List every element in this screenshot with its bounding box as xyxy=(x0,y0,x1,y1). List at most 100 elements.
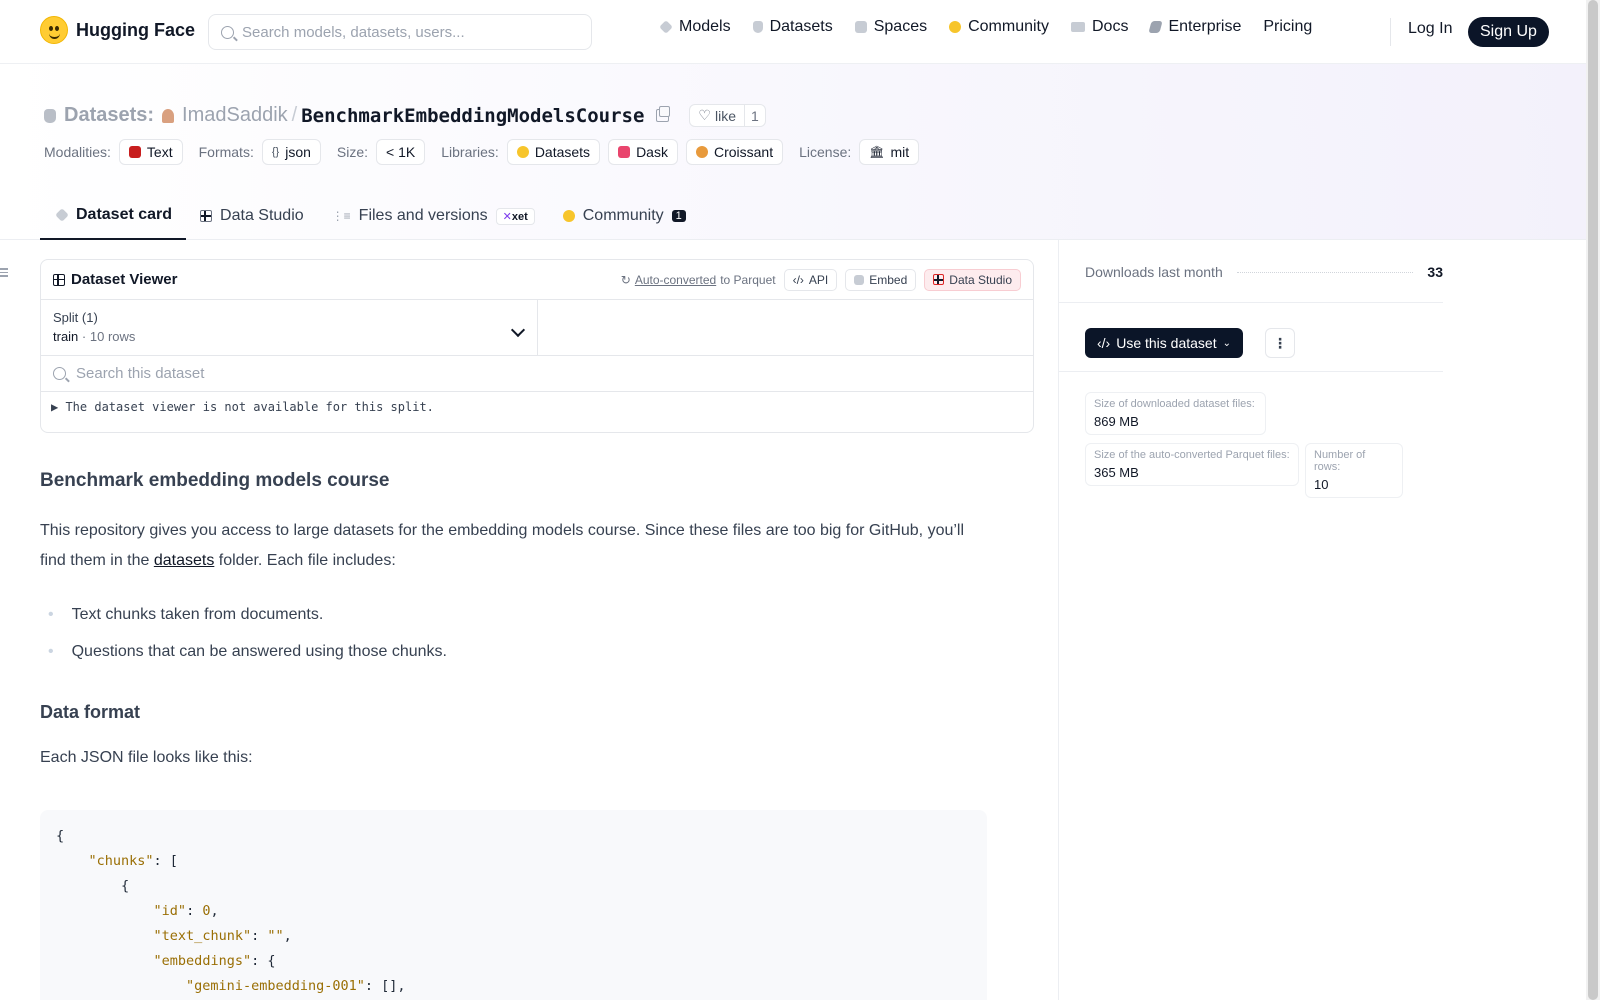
nav-docs[interactable]: Docs xyxy=(1071,18,1128,36)
intro-text-end: folder. Each file includes: xyxy=(214,552,396,569)
spaces-icon xyxy=(854,21,867,33)
embed-icon xyxy=(854,274,865,285)
size-chip[interactable]: < 1K xyxy=(376,139,426,165)
split-select[interactable]: Split (1) train · 10 rows xyxy=(41,300,538,355)
stat-value: 365 MB xyxy=(1094,465,1139,480)
stat-parquet-size: Size of the auto-converted Parquet files… xyxy=(1085,443,1299,486)
tab-data-studio[interactable]: Data Studio xyxy=(186,192,318,240)
like-button[interactable]: ♡ like xyxy=(690,105,745,126)
data-studio-label: Data Studio xyxy=(949,272,1012,287)
nav-community[interactable]: Community xyxy=(949,18,1049,36)
code-token: { xyxy=(121,878,130,894)
viewer-title: Dataset Viewer xyxy=(53,271,177,288)
library-label: Datasets xyxy=(534,144,591,160)
scrollbar-thumb[interactable] xyxy=(1588,0,1598,1000)
split-rows: 10 rows xyxy=(89,329,136,344)
tab-files-and-versions[interactable]: ⋮≡ Files and versions ✕xet xyxy=(318,192,549,240)
repo-name[interactable]: BenchmarkEmbeddingModelsCourse xyxy=(301,105,644,127)
more-menu-icon[interactable] xyxy=(1334,21,1352,33)
embed-button[interactable]: Embed xyxy=(845,268,917,291)
code-token: : xyxy=(251,928,268,944)
like-label: like xyxy=(714,107,736,124)
community-count-badge: 1 xyxy=(671,210,686,222)
xet-badge: ✕xet xyxy=(495,207,535,225)
code-token: "chunks" xyxy=(88,853,154,869)
card-bullets: Text chunks taken from documents. Questi… xyxy=(40,596,1000,670)
signup-button[interactable]: Sign Up xyxy=(1468,17,1549,47)
code-token: : [ xyxy=(153,853,178,869)
format-chip[interactable]: {} json xyxy=(261,139,321,165)
tab-dataset-card[interactable]: Dataset card xyxy=(40,192,187,240)
license-chip[interactable]: 🏛 mit xyxy=(859,139,920,165)
viewer-title-label: Dataset Viewer xyxy=(71,271,178,288)
auto-converted-label: Auto-converted xyxy=(634,272,717,287)
main-nav: Models Datasets Spaces Community Docs En… xyxy=(659,18,1352,36)
viewer-unavailable-notice[interactable]: ▶ The dataset viewer is not available fo… xyxy=(41,392,1033,422)
nav-enterprise[interactable]: Enterprise xyxy=(1148,18,1241,36)
library-label: Dask xyxy=(636,144,668,160)
dataset-search-placeholder: Search this dataset xyxy=(76,365,205,382)
card-intro: This repository gives you access to larg… xyxy=(40,516,970,576)
size-label: Size: xyxy=(336,144,369,160)
search-placeholder: Search models, datasets, users... xyxy=(242,23,465,41)
split-label: Split (1) xyxy=(53,310,98,325)
stat-label: Size of the auto-converted Parquet files… xyxy=(1094,449,1290,461)
code-line: { xyxy=(56,874,971,899)
repo-header: Datasets: ImadSaddik / BenchmarkEmbeddin… xyxy=(0,64,1586,240)
heart-icon: ♡ xyxy=(698,107,711,123)
code-icon: ‹/› xyxy=(1097,335,1111,351)
json-code-block: { "chunks": [ { "id": 0, "text_chunk": "… xyxy=(40,810,987,1000)
code-token: : { xyxy=(251,953,276,969)
copy-icon[interactable] xyxy=(656,106,671,122)
more-options-button[interactable]: ⋮ xyxy=(1265,328,1295,358)
code-icon: ‹/› xyxy=(792,272,804,287)
split-row: Split (1) train · 10 rows xyxy=(41,300,1033,356)
stat-label: Number of rows: xyxy=(1314,449,1366,473)
use-this-dataset-button[interactable]: ‹/› Use this dataset ⌄ xyxy=(1085,328,1243,358)
code-line: "embeddings": { xyxy=(56,949,971,974)
library-chip-dask[interactable]: Dask xyxy=(608,139,678,165)
viewer-actions: ↻ Auto-converted to Parquet ‹/› API Embed D… xyxy=(621,268,1021,291)
embed-label: Embed xyxy=(869,272,908,287)
login-link[interactable]: Log In xyxy=(1408,20,1452,38)
modalities-label: Modalities: xyxy=(44,144,111,160)
data-studio-button[interactable]: Data Studio xyxy=(924,268,1021,291)
datasets-folder-link[interactable]: datasets xyxy=(154,552,214,569)
code-token: : [], xyxy=(364,978,406,994)
tab-label: Dataset card xyxy=(76,206,173,223)
data-format-heading: Data format xyxy=(40,702,141,722)
dataset-search-input[interactable]: Search this dataset xyxy=(41,356,1033,392)
text-icon xyxy=(128,146,141,158)
library-chip-datasets[interactable]: Datasets xyxy=(506,139,601,165)
owner-link[interactable]: ImadSaddik xyxy=(182,104,288,127)
like-count[interactable]: 1 xyxy=(745,106,765,126)
search-icon xyxy=(53,367,66,380)
sidebar-toggle-icon[interactable] xyxy=(0,268,10,277)
nav-community-label: Community xyxy=(968,18,1049,35)
tab-community[interactable]: Community 1 xyxy=(549,192,700,240)
section-link[interactable]: Datasets: xyxy=(64,104,154,127)
table-icon xyxy=(933,274,945,285)
hf-datasets-icon xyxy=(516,146,529,158)
stat-download-size: Size of downloaded dataset files: 869 MB xyxy=(1085,392,1266,435)
code-braces-icon: {} xyxy=(271,146,280,158)
tab-label: Files and versions xyxy=(358,207,488,224)
community-icon xyxy=(562,210,575,222)
divider xyxy=(1059,302,1443,303)
nav-pricing[interactable]: Pricing xyxy=(1263,18,1312,36)
code-token: "" xyxy=(267,928,284,944)
library-chip-croissant[interactable]: Croissant xyxy=(685,139,784,165)
page-scrollbar[interactable] xyxy=(1586,0,1600,1000)
brand-logo-link[interactable]: Hugging Face xyxy=(40,16,195,44)
auto-converted-link[interactable]: ↻ Auto-converted to Parquet xyxy=(621,273,776,287)
nav-datasets[interactable]: Datasets xyxy=(752,18,833,36)
nav-models[interactable]: Models xyxy=(659,18,731,36)
api-button[interactable]: ‹/› API xyxy=(783,268,838,291)
modality-chip[interactable]: Text xyxy=(118,139,183,165)
code-line: "chunks": [ xyxy=(56,849,971,874)
nav-spaces[interactable]: Spaces xyxy=(854,18,927,36)
global-search-input[interactable]: Search models, datasets, users... xyxy=(208,14,592,50)
dask-icon xyxy=(618,146,631,158)
data-format-intro: Each JSON file looks like this: xyxy=(40,749,253,766)
nav-pricing-label: Pricing xyxy=(1263,18,1313,35)
